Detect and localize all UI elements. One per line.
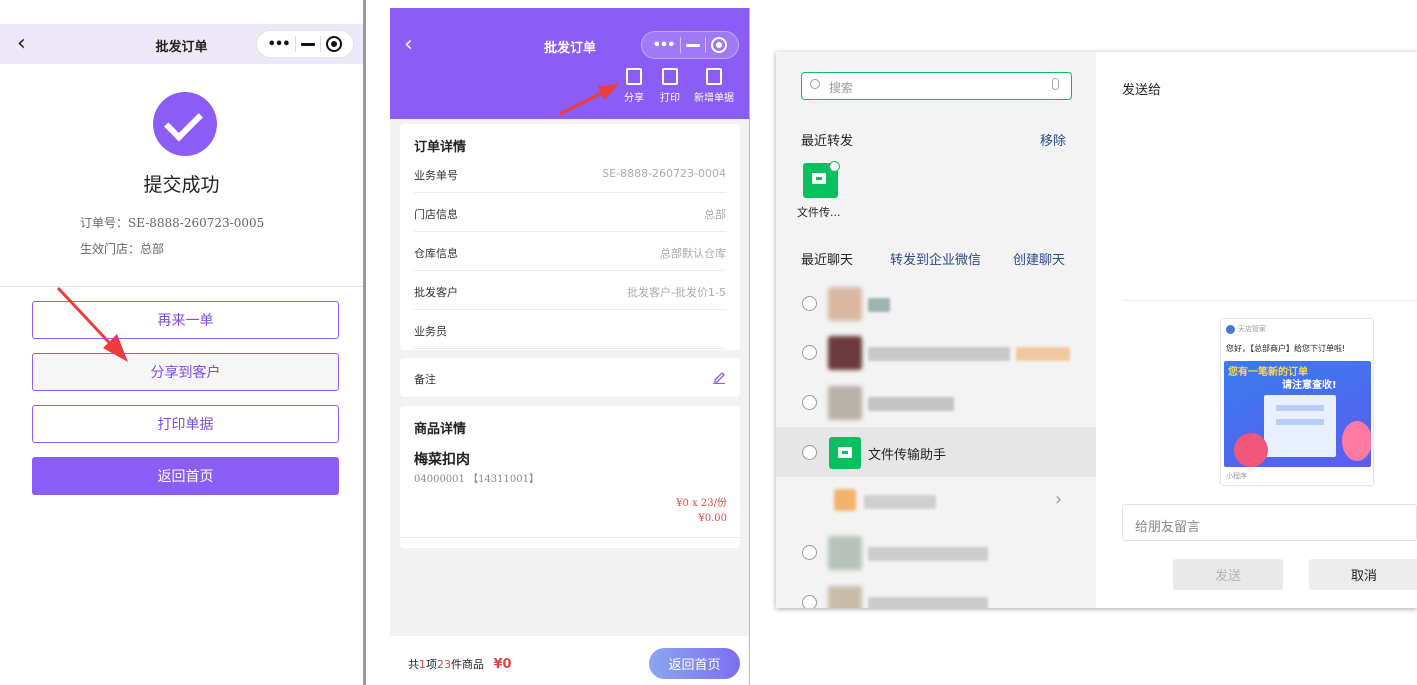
submit-success-screen: ‹ 批发订单 ••• 提交成功 订单号：SE-8888-260723-0005 …: [0, 0, 366, 685]
message-placeholder: 给朋友留言: [1135, 520, 1201, 535]
chevron-right-icon[interactable]: ›: [1055, 489, 1062, 510]
select-radio[interactable]: [802, 296, 817, 311]
row-value: 总部默认仓库: [660, 247, 726, 260]
forward-enterprise-link[interactable]: 转发到企业微信: [890, 249, 981, 268]
search-placeholder: 搜索: [829, 81, 854, 95]
detail-row: 仓库信息 总部默认仓库: [414, 232, 726, 271]
order-detail-card: 订单详情 业务单号 SE-8888-260723-0004 门店信息 总部 仓库…: [400, 124, 740, 350]
cancel-button[interactable]: 取消: [1309, 559, 1417, 590]
contact-picker: 搜索 最近转发 移除 文件传... 最近聊天 转发到企业微信 创建聊天 文件传输…: [776, 52, 1096, 608]
avatar: [828, 586, 862, 608]
recent-chats-label: 最近聊天: [801, 253, 854, 268]
select-radio[interactable]: [802, 395, 817, 410]
banner-illustration: [1276, 419, 1324, 425]
select-radio[interactable]: [802, 595, 817, 608]
edit-icon[interactable]: [712, 370, 726, 384]
card-banner: 您有一笔新的订单 请注意查收!: [1224, 361, 1371, 467]
send-to-label: 发送给: [1122, 83, 1162, 98]
row-label: 批发客户: [414, 286, 458, 299]
summary-text: 项: [426, 658, 437, 671]
avatar: [834, 489, 856, 511]
remark-card[interactable]: 备注: [400, 358, 740, 397]
select-radio[interactable]: [802, 545, 817, 560]
detail-row: 业务员: [414, 310, 726, 349]
create-chat-link[interactable]: 创建聊天: [1013, 249, 1065, 268]
row-label: 门店信息: [414, 208, 458, 221]
search-icon: [810, 79, 820, 89]
remove-link[interactable]: 移除: [1040, 130, 1066, 149]
detail-row: 门店信息 总部: [414, 193, 726, 232]
recent-contact-name: 文件传...: [797, 206, 841, 219]
card-footer: 小程序: [1226, 472, 1247, 480]
unit-price: ¥0 x 23/份: [676, 498, 727, 509]
detail-row: 批发客户 批发客户-批发价1-5: [414, 271, 726, 310]
detail-row: 业务单号 SE-8888-260723-0004: [414, 154, 726, 193]
avatar: [828, 386, 862, 420]
card-greeting: 您好，【总部商户】给您下订单啦!: [1226, 344, 1346, 353]
app-logo-icon: [1226, 325, 1235, 334]
order-detail-screen: ‹ 批发订单 ••• 分享 打印 新增单据 订单详情 业务单号 SE-8888-…: [390, 8, 750, 685]
blurred-name: [868, 597, 988, 608]
send-panel: 发送给 天店管家 您好，【总部商户】给您下订单啦! 您有一笔新的订单 请注意查收…: [1096, 52, 1417, 608]
online-dot-icon: [829, 161, 840, 172]
total-amount: ¥0: [493, 657, 512, 672]
message-input[interactable]: 给朋友留言: [1122, 504, 1417, 541]
item-count: 1: [419, 658, 426, 671]
microphone-icon[interactable]: [1052, 78, 1059, 90]
avatar: [828, 536, 862, 570]
quantity-count: 23: [437, 658, 451, 671]
send-button[interactable]: 发送: [1173, 559, 1283, 590]
wechat-forward-dialog: 搜索 最近转发 移除 文件传... 最近聊天 转发到企业微信 创建聊天 文件传输…: [776, 52, 1417, 608]
annotation-arrow: [559, 84, 619, 116]
subtotal: ¥0.00: [698, 513, 727, 524]
row-value: SE-8888-260723-0004: [602, 167, 726, 180]
goods-card: 商品详情 梅菜扣肉 04000001 【14311001】 ¥0 x 23/份 …: [400, 406, 740, 548]
back-home-button[interactable]: 返回首页: [649, 648, 740, 679]
mini-program-card: 天店管家 您好，【总部商户】给您下订单啦! 您有一笔新的订单 请注意查收! 小程…: [1220, 318, 1374, 486]
row-label: 业务单号: [414, 169, 458, 182]
banner-illustration: [1276, 405, 1324, 411]
file-transfer-icon: [829, 437, 861, 469]
select-radio[interactable]: [802, 445, 817, 460]
section-title: 商品详情: [414, 422, 467, 437]
select-radio[interactable]: [802, 345, 817, 360]
banner-illustration: [1342, 421, 1371, 461]
row-label: 业务员: [414, 325, 447, 338]
product-code: 04000001 【14311001】: [414, 474, 539, 485]
footer-bar: 共1项23件商品 ¥0 返回首页: [390, 636, 749, 685]
contact-name: 文件传输助手: [868, 448, 947, 463]
avatar: [828, 287, 862, 321]
list-item-file-assistant[interactable]: 文件传输助手: [776, 427, 1096, 477]
blurred-name: [864, 495, 936, 509]
row-label: 仓库信息: [414, 247, 458, 260]
app-name: 天店管家: [1238, 325, 1266, 333]
blurred-name: [868, 547, 988, 561]
banner-illustration: [1234, 433, 1268, 467]
recent-forward-label: 最近转发: [801, 134, 854, 149]
banner-line2: 请注意查收!: [1282, 380, 1337, 391]
annotation-arrow: [56, 286, 128, 362]
divider: [1122, 300, 1417, 301]
footer-summary: 共1项23件商品 ¥0: [408, 656, 512, 672]
summary-text: 共: [408, 658, 419, 671]
blurred-name: [868, 397, 954, 411]
row-value: 总部: [704, 208, 726, 221]
divider: [400, 537, 740, 538]
blurred-name: [868, 298, 890, 312]
avatar: [828, 336, 862, 370]
search-input[interactable]: 搜索: [801, 72, 1072, 100]
blurred-name: [868, 347, 1010, 361]
remark-label: 备注: [414, 373, 436, 386]
section-title: 订单详情: [414, 140, 467, 155]
blurred-name: [1016, 347, 1070, 361]
product-name: 梅菜扣肉: [414, 452, 470, 468]
row-value: 批发客户-批发价1-5: [627, 286, 726, 299]
summary-text: 件商品: [451, 658, 484, 671]
